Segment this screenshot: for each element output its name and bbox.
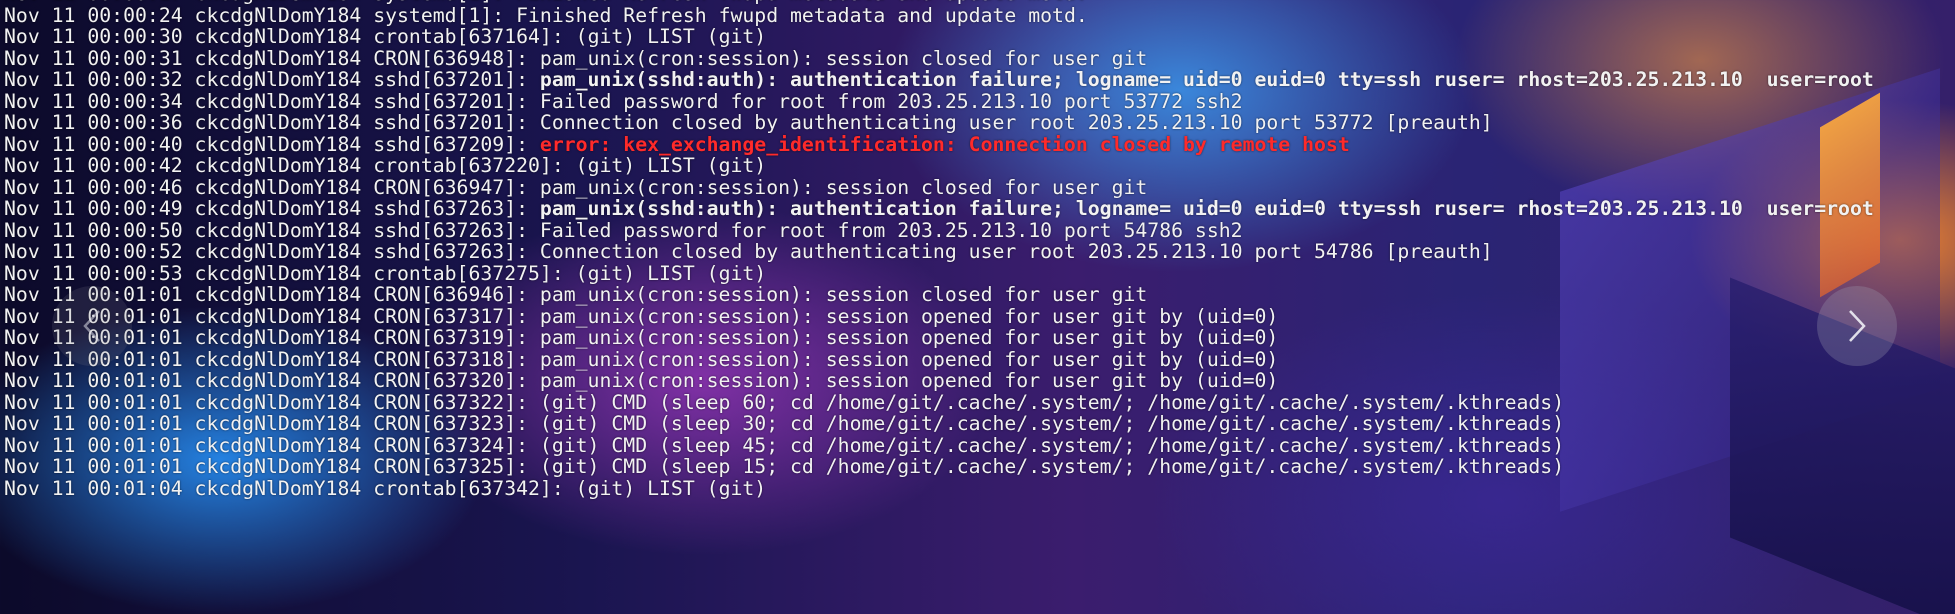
log-prefix: Nov 11 00:01:01 ckcdgNlDomY184 CRON[6373… <box>4 433 540 457</box>
log-line: Nov 11 00:01:01 ckcdgNlDomY184 CRON[6373… <box>4 456 1949 478</box>
log-line: Nov 11 00:01:01 ckcdgNlDomY184 CRON[6373… <box>4 327 1949 349</box>
log-line: Nov 11 00:01:01 ckcdgNlDomY184 CRON[6373… <box>4 413 1949 435</box>
log-prefix: Nov 11 00:00:32 ckcdgNlDomY184 sshd[6372… <box>4 68 540 91</box>
chevron-right-icon <box>1849 310 1866 342</box>
log-line: Nov 11 00:01:01 ckcdgNlDomY184 CRON[6373… <box>4 370 1949 392</box>
log-message: Connection closed by authenticating user… <box>539 240 1493 263</box>
log-prefix: Nov 11 00:00:34 ckcdgNlDomY184 sshd[6372… <box>4 89 540 113</box>
log-line: Nov 11 00:00:36 ckcdgNlDomY184 sshd[6372… <box>4 112 1949 134</box>
log-line: Nov 11 00:01:01 ckcdgNlDomY184 CRON[6373… <box>4 304 1949 328</box>
log-prefix: Nov 11 00:00:36 ckcdgNlDomY184 sshd[6372… <box>4 111 540 134</box>
log-message: Connection closed by authenticating user… <box>539 111 1493 134</box>
log-message: (git) CMD (sleep 15; cd /home/git/.cache… <box>539 455 1565 478</box>
log-message: pam_unix(sshd:auth): authentication fail… <box>539 68 1874 91</box>
log-line: Nov 11 00:01:01 ckcdgNlDomY184 CRON[6373… <box>4 390 1949 414</box>
log-message: Finished Refresh fwupd metadata and upda… <box>516 3 1088 27</box>
carousel-next-button[interactable] <box>1817 286 1897 366</box>
log-prefix: Nov 11 00:01:01 ckcdgNlDomY184 CRON[6373… <box>4 390 540 414</box>
log-line: Nov 11 00:01:01 ckcdgNlDomY184 CRON[6373… <box>4 347 1949 371</box>
log-line: Nov 11 00:00:32 ckcdgNlDomY184 sshd[6372… <box>4 69 1949 91</box>
log-line: Nov 11 00:01:01 ckcdgNlDomY184 CRON[6373… <box>4 433 1949 457</box>
log-message: pam_unix(cron:session): session opened f… <box>539 326 1279 349</box>
log-message: pam_unix(cron:session): session closed f… <box>539 175 1148 199</box>
log-prefix: Nov 11 00:00:50 ckcdgNlDomY184 sshd[6372… <box>4 218 540 242</box>
log-prefix: Nov 11 00:01:01 ckcdgNlDomY184 CRON[6373… <box>4 369 540 392</box>
log-line: Nov 11 00:00:31 ckcdgNlDomY184 CRON[6369… <box>4 46 1949 70</box>
log-message: (git) LIST (git) <box>575 476 767 500</box>
log-prefix: Nov 11 00:00:24 ckcdgNlDomY184 systemd[1… <box>4 3 517 27</box>
chevron-left-icon <box>83 310 100 342</box>
log-prefix: Nov 11 00:00:30 ckcdgNlDomY184 crontab[6… <box>4 25 576 48</box>
log-prefix: Nov 11 00:00:53 ckcdgNlDomY184 crontab[6… <box>4 261 576 285</box>
log-message: pam_unix(cron:session): session opened f… <box>539 347 1279 371</box>
log-message: (git) CMD (sleep 30; cd /home/git/.cache… <box>539 412 1565 435</box>
log-line: Nov 11 00:00:49 ckcdgNlDomY184 sshd[6372… <box>4 198 1949 220</box>
log-prefix: Nov 11 00:01:04 ckcdgNlDomY184 crontab[6… <box>4 476 576 500</box>
log-line: Nov 11 00:00:24 ckcdgNlDomY184 systemd[1… <box>4 3 1949 27</box>
log-prefix: Nov 11 00:00:49 ckcdgNlDomY184 sshd[6372… <box>4 197 540 220</box>
log-line: Nov 11 00:00:53 ckcdgNlDomY184 crontab[6… <box>4 261 1949 285</box>
log-prefix: Nov 11 00:00:52 ckcdgNlDomY184 sshd[6372… <box>4 240 540 263</box>
log-prefix: Nov 11 00:00:31 ckcdgNlDomY184 CRON[6369… <box>4 46 540 70</box>
log-line: Nov 11 00:00:34 ckcdgNlDomY184 sshd[6372… <box>4 89 1949 113</box>
log-prefix: Nov 11 00:00:42 ckcdgNlDomY184 crontab[6… <box>4 154 576 177</box>
log-line: Nov 11 00:01:04 ckcdgNlDomY184 crontab[6… <box>4 476 1949 500</box>
log-prefix: Nov 11 00:00:46 ckcdgNlDomY184 CRON[6369… <box>4 175 540 199</box>
log-message: (git) CMD (sleep 60; cd /home/git/.cache… <box>539 390 1565 414</box>
log-line: Nov 11 00:00:52 ckcdgNlDomY184 sshd[6372… <box>4 241 1949 263</box>
log-line: Nov 11 00:00:40 ckcdgNlDomY184 sshd[6372… <box>4 132 1949 156</box>
log-message: pam_unix(cron:session): session closed f… <box>539 283 1148 306</box>
log-message: (git) LIST (git) <box>575 154 767 177</box>
terminal-log-output: Nov 11 00:00:17 ckcdgNlDomY184 systemd[1… <box>4 0 1949 499</box>
log-line: Nov 11 00:00:42 ckcdgNlDomY184 crontab[6… <box>4 155 1949 177</box>
carousel-prev-button[interactable] <box>52 286 132 366</box>
log-message: Failed password for root from 203.25.213… <box>539 89 1243 113</box>
log-line: Nov 11 00:01:01 ckcdgNlDomY184 CRON[6369… <box>4 284 1949 306</box>
log-message: pam_unix(sshd:auth): authentication fail… <box>539 197 1874 220</box>
log-message: (git) LIST (git) <box>575 25 767 48</box>
log-line: Nov 11 00:00:50 ckcdgNlDomY184 sshd[6372… <box>4 218 1949 242</box>
log-prefix: Nov 11 00:01:01 ckcdgNlDomY184 CRON[6373… <box>4 455 540 478</box>
log-message: pam_unix(cron:session): session closed f… <box>539 46 1148 70</box>
log-message: pam_unix(cron:session): session opened f… <box>539 304 1279 328</box>
log-prefix: Nov 11 00:00:40 ckcdgNlDomY184 sshd[6372… <box>4 132 540 156</box>
log-error-message: error: kex_exchange_identification: Conn… <box>539 132 1350 156</box>
log-message: (git) CMD (sleep 45; cd /home/git/.cache… <box>539 433 1565 457</box>
log-prefix: Nov 11 00:01:01 ckcdgNlDomY184 CRON[6373… <box>4 412 540 435</box>
log-message: Failed password for root from 203.25.213… <box>539 218 1243 242</box>
log-message: (git) LIST (git) <box>575 261 767 285</box>
log-line: Nov 11 00:00:30 ckcdgNlDomY184 crontab[6… <box>4 26 1949 48</box>
log-message: pam_unix(cron:session): session opened f… <box>539 369 1279 392</box>
log-line: Nov 11 00:00:46 ckcdgNlDomY184 CRON[6369… <box>4 175 1949 199</box>
